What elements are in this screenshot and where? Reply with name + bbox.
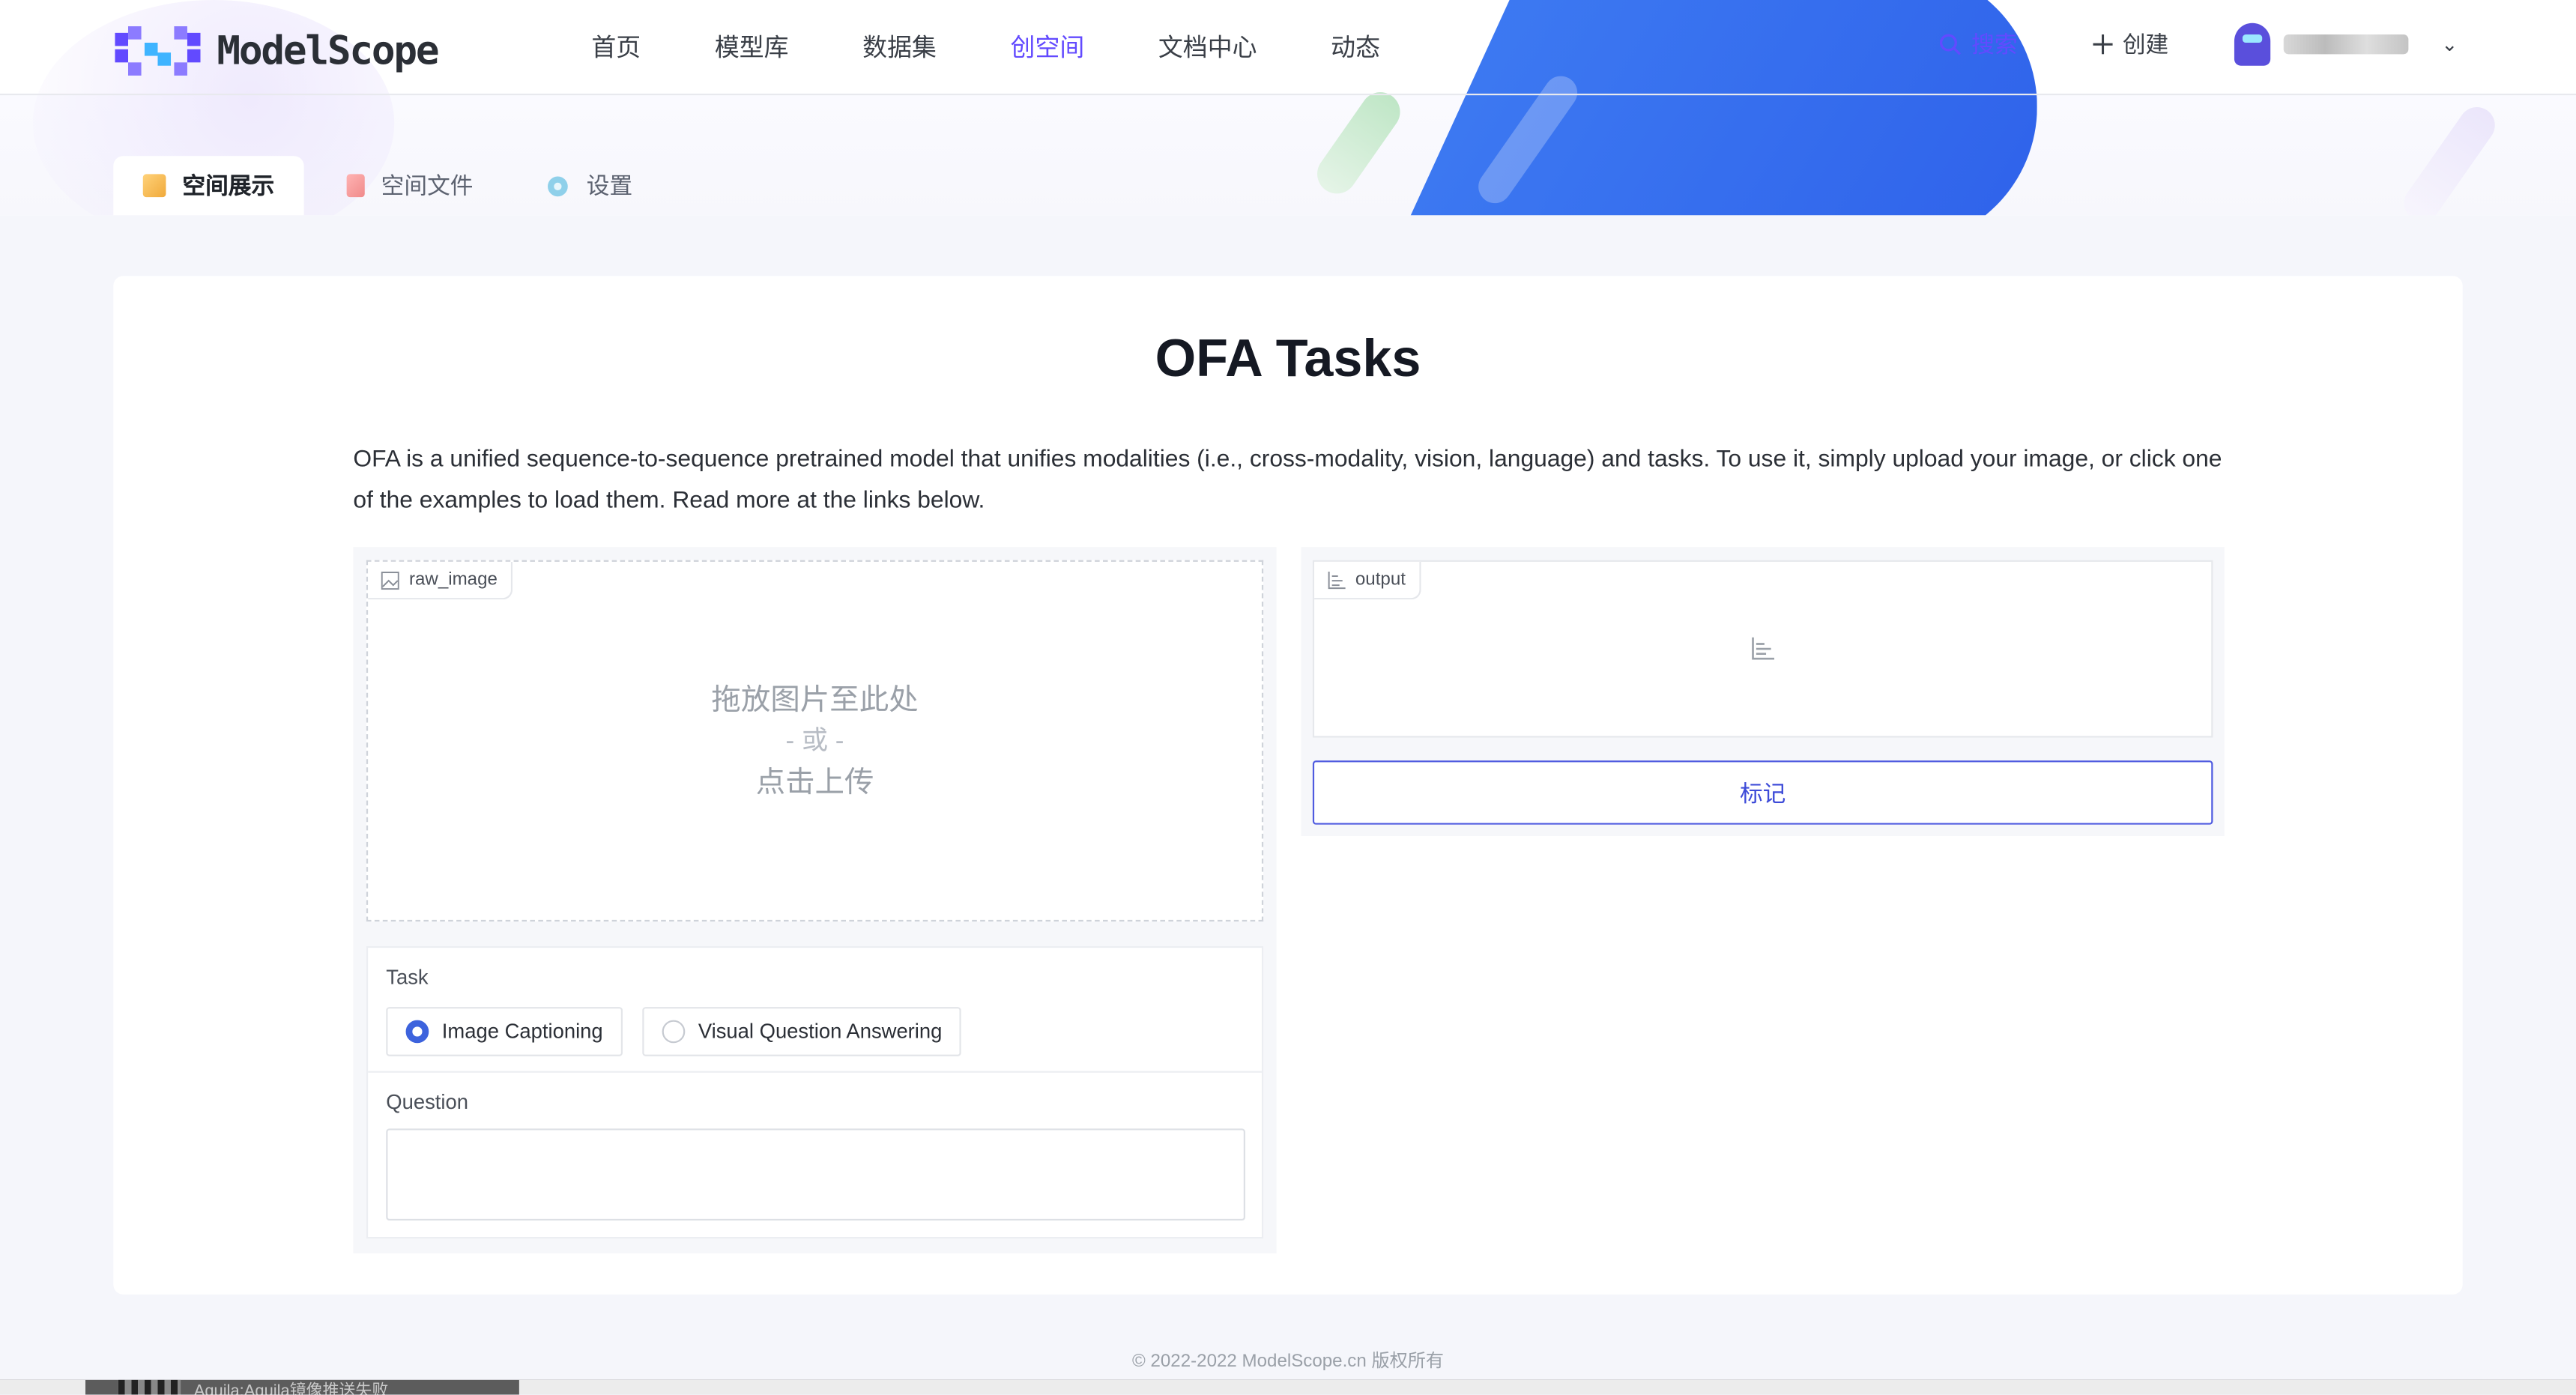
nav-item-docs[interactable]: 文档中心 [1158, 29, 1257, 64]
divider [368, 1071, 1262, 1073]
box-icon [142, 174, 166, 198]
question-label: Question [386, 1090, 468, 1114]
output-label: output [1314, 561, 1421, 600]
taskbar-text: Aquila:Aquila镜像推送失败 [193, 1383, 389, 1395]
tab-space-files[interactable]: 空间文件 [317, 156, 503, 215]
chevron-down-icon: ⌄ [2441, 32, 2458, 56]
output-box: output [1312, 560, 2213, 738]
create-button[interactable]: 创建 [2093, 28, 2168, 61]
book-icon [346, 174, 365, 198]
nav-item-home[interactable]: 首页 [591, 29, 641, 64]
nav-item-spaces[interactable]: 创空间 [1011, 29, 1085, 64]
upload-instructions: 拖放图片至此处 - 或 - 点击上传 [711, 683, 919, 799]
tab-space-showcase[interactable]: 空间展示 [113, 156, 304, 216]
tab-settings[interactable]: 设置 [515, 156, 662, 215]
nav-item-models[interactable]: 模型库 [715, 29, 789, 64]
tab-label: 空间展示 [182, 172, 275, 199]
username-blurred [2283, 34, 2409, 55]
task-options-box: Task Image Captioning Visual Question An… [366, 945, 1264, 1239]
chart-icon [1328, 570, 1346, 589]
taskbar-left [0, 1379, 86, 1395]
user-menu[interactable]: ⌄ [2234, 22, 2458, 66]
search-label: 搜索 [1971, 31, 2018, 58]
image-icon [381, 570, 399, 590]
space-tabs: 空间展示 空间文件 设置 [113, 156, 662, 216]
taskbar-thumbnail [118, 1379, 181, 1395]
tab-label: 设置 [586, 172, 633, 199]
radio-image-captioning[interactable]: Image Captioning [386, 1007, 623, 1056]
logo-icon [115, 26, 201, 76]
create-label: 创建 [2122, 31, 2169, 58]
footer-copyright: © 2022-2022 ModelScope.cn 版权所有 [1132, 1352, 1444, 1372]
avatar [2234, 22, 2271, 66]
taskbar-strip: Aquila:Aquila镜像推送失败 [0, 1379, 2576, 1395]
top-navbar: ModelScope 首页 模型库 数据集 创空间 文档中心 动态 搜索 创建 … [0, 0, 2576, 96]
main-nav: 首页 模型库 数据集 创空间 文档中心 动态 [591, 29, 1454, 64]
gear-icon [548, 175, 568, 196]
radio-visual-question-answering[interactable]: Visual Question Answering [642, 1007, 962, 1056]
tab-label: 空间文件 [381, 172, 474, 199]
search-icon [1939, 34, 1961, 55]
image-input-label: raw_image [368, 561, 513, 600]
page-title: OFA Tasks [1155, 328, 1421, 388]
search-button[interactable]: 搜索 [1938, 28, 2018, 61]
taskbar-right [518, 1379, 2576, 1395]
plus-icon [2093, 34, 2113, 55]
logo[interactable]: ModelScope [115, 26, 440, 76]
flag-button[interactable]: 标记 [1312, 760, 2213, 825]
page: ModelScope 首页 模型库 数据集 创空间 文档中心 动态 搜索 创建 … [0, 0, 2576, 1395]
header-tools: 搜索 创建 ⌄ [1938, 22, 2458, 66]
nav-item-datasets[interactable]: 数据集 [862, 29, 937, 64]
nav-item-activity[interactable]: 动态 [1331, 29, 1380, 64]
input-panel: raw_image 拖放图片至此处 - 或 - 点击上传 Task Image … [353, 547, 1277, 1253]
image-upload-dropzone[interactable]: raw_image 拖放图片至此处 - 或 - 点击上传 [366, 560, 1264, 922]
brand-name: ModelScope [217, 28, 439, 74]
chart-icon [1752, 637, 1775, 660]
question-input[interactable] [386, 1128, 1245, 1221]
radio-unselected-indicator [662, 1020, 686, 1044]
radio-selected-indicator [405, 1020, 429, 1044]
output-panel: output 标记 [1301, 547, 2225, 837]
task-label: Task [386, 966, 429, 989]
page-description: OFA is a unified sequence-to-sequence pr… [353, 447, 2222, 515]
